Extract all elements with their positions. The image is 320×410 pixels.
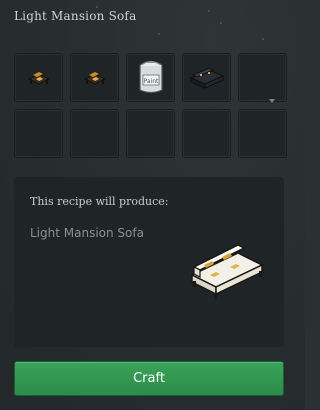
sparkle bbox=[158, 33, 160, 35]
window-title: Light Mansion Sofa bbox=[14, 9, 137, 23]
ingredient-grid: Paint bbox=[14, 53, 287, 158]
ingredient-slot-6[interactable] bbox=[14, 109, 63, 158]
sparkle bbox=[208, 10, 210, 12]
ingredient-slot-7[interactable] bbox=[70, 109, 119, 158]
ingredient-slot-2[interactable] bbox=[70, 53, 119, 102]
product-name: Light Mansion Sofa bbox=[30, 226, 144, 240]
ingredient-slot-8[interactable] bbox=[126, 109, 175, 158]
light-sofa-icon bbox=[190, 244, 264, 299]
paint-can-icon: Paint bbox=[138, 60, 163, 93]
ingredient-slot-10[interactable] bbox=[238, 109, 287, 158]
scroll-down-arrow-icon[interactable] bbox=[269, 99, 275, 103]
result-panel: This recipe will produce: Light Mansion … bbox=[14, 177, 284, 347]
craft-button[interactable]: Craft bbox=[14, 361, 284, 396]
small-dark-chair-icon bbox=[83, 71, 106, 85]
sparkle bbox=[220, 22, 222, 24]
ingredient-slot-5[interactable] bbox=[238, 53, 287, 102]
crafting-window: Light Mansion Sofa Paint This recipe wil… bbox=[0, 0, 305, 410]
sparkle bbox=[262, 38, 264, 40]
ingredient-slot-4[interactable] bbox=[182, 53, 231, 102]
ingredient-slot-3[interactable]: Paint bbox=[126, 53, 175, 102]
sparkle bbox=[96, 6, 98, 8]
paint-label: Paint bbox=[143, 78, 158, 85]
produce-label: This recipe will produce: bbox=[30, 195, 169, 208]
ingredient-slot-1[interactable] bbox=[14, 53, 63, 102]
dark-sofa-icon bbox=[189, 66, 224, 89]
small-dark-chair-icon bbox=[27, 71, 50, 85]
ingredient-slot-9[interactable] bbox=[182, 109, 231, 158]
